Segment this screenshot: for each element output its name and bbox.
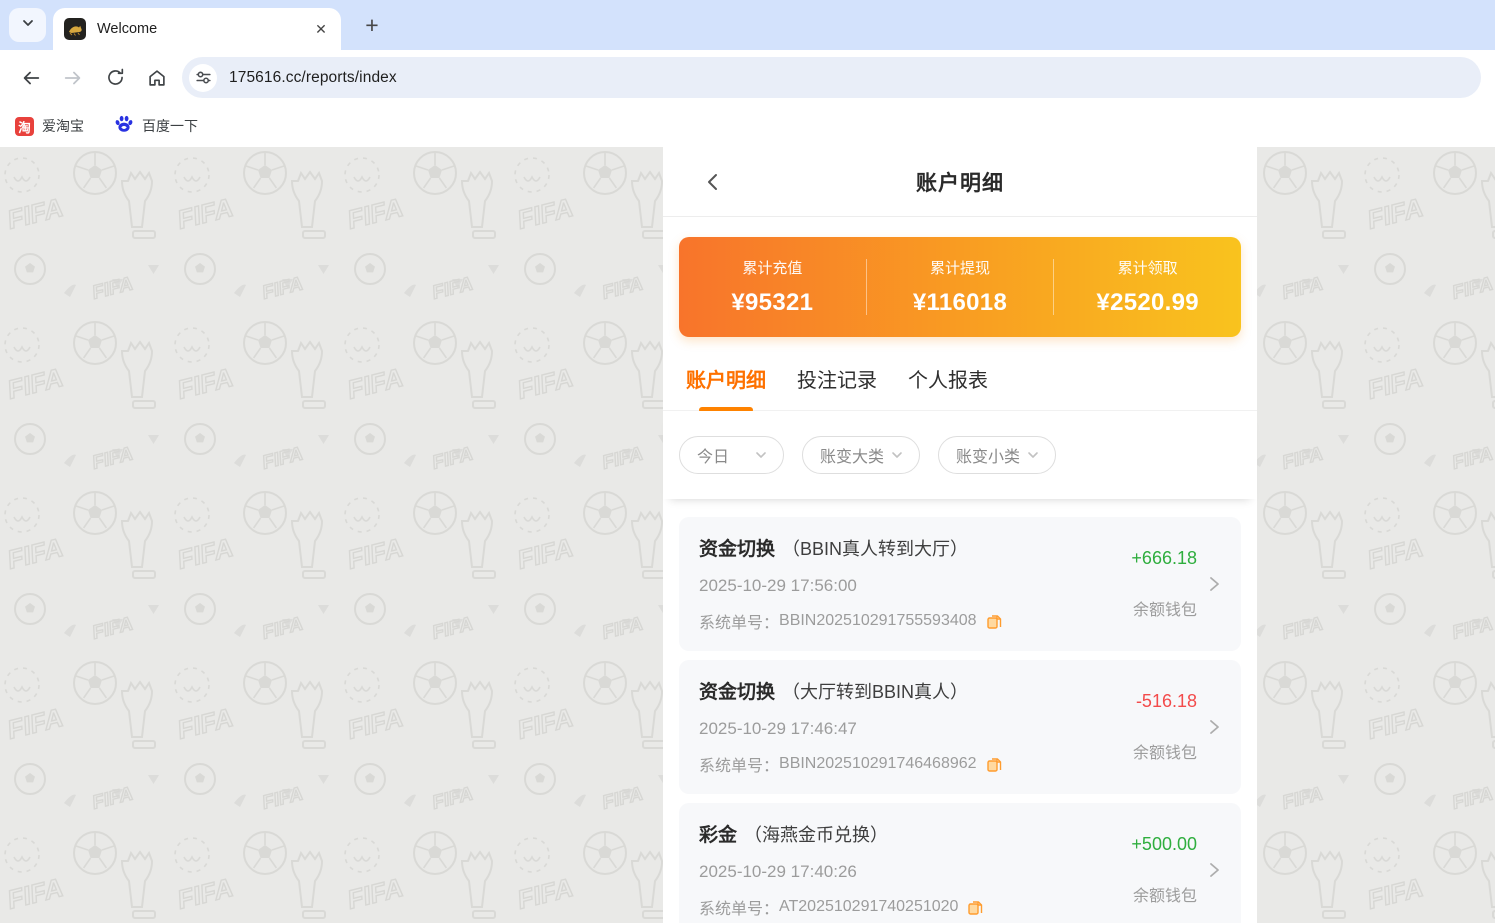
browser-toolbar: 175616.cc/reports/index [0, 50, 1495, 105]
tab-label: 个人报表 [908, 370, 988, 392]
summary-claimed: 累计领取 ¥2520.99 [1054, 237, 1241, 337]
site-favicon-icon [64, 18, 86, 40]
transaction-info: 彩金 （海燕金币兑换） 2025-10-29 17:40:26 系统单号： AT… [699, 820, 1131, 919]
transaction-amount: +500.00 [1131, 834, 1197, 855]
site-settings-icon[interactable] [189, 64, 217, 92]
tab-personal-report[interactable]: 个人报表 [908, 364, 988, 410]
bookmark-aitaobao[interactable]: 淘 爱淘宝 [15, 116, 84, 136]
tab-strip: Welcome ✕ + [0, 0, 1495, 50]
url-text[interactable]: 175616.cc/reports/index [229, 69, 397, 87]
bookmark-baidu[interactable]: 百度一下 [114, 114, 198, 139]
summary-label: 累计提现 [930, 257, 990, 278]
transaction-type: 资金切换 [699, 677, 775, 704]
transaction-row[interactable]: 资金切换 （大厅转到BBIN真人） 2025-10-29 17:46:47 系统… [679, 660, 1241, 794]
transaction-row[interactable]: 资金切换 （BBIN真人转到大厅） 2025-10-29 17:56:00 系统… [679, 517, 1241, 651]
taobao-icon: 淘 [15, 117, 34, 136]
chevron-down-icon [754, 448, 768, 462]
wallet-label: 余额钱包 [1133, 596, 1197, 620]
tab-close-icon[interactable]: ✕ [311, 19, 331, 39]
wallet-label: 余额钱包 [1133, 882, 1197, 906]
tab-search-button[interactable] [9, 8, 46, 42]
transaction-row[interactable]: 彩金 （海燕金币兑换） 2025-10-29 17:40:26 系统单号： AT… [679, 803, 1241, 923]
forward-button[interactable] [52, 57, 94, 99]
wallet-label: 余额钱包 [1133, 739, 1197, 763]
transaction-subtitle: （海燕金币兑换） [744, 821, 888, 847]
filter-bar: 今日 账变大类 账变小类 [663, 411, 1257, 499]
tab-title: Welcome [97, 21, 311, 37]
transaction-type: 彩金 [699, 820, 737, 847]
order-number: BBIN202510291755593408 [779, 612, 977, 630]
back-button[interactable] [10, 57, 52, 99]
section-tabs: 账户明细 投注记录 个人报表 [663, 364, 1257, 411]
filter-date-dropdown[interactable]: 今日 [679, 436, 784, 474]
filter-label: 账变小类 [956, 443, 1020, 467]
summary-card: 累计充值 ¥95321 累计提现 ¥116018 累计领取 ¥2520.99 [679, 237, 1241, 337]
tab-bet-records[interactable]: 投注记录 [797, 364, 877, 410]
summary-recharge: 累计充值 ¥95321 [679, 237, 866, 337]
transaction-info: 资金切换 （大厅转到BBIN真人） 2025-10-29 17:46:47 系统… [699, 677, 1133, 776]
bookmarks-bar: 淘 爱淘宝 百度一下 [0, 105, 1495, 147]
summary-value: ¥116018 [913, 289, 1007, 317]
order-label: 系统单号： [699, 895, 779, 919]
transaction-subtitle: （大厅转到BBIN真人） [782, 678, 968, 704]
home-button[interactable] [136, 57, 178, 99]
transaction-info: 资金切换 （BBIN真人转到大厅） 2025-10-29 17:56:00 系统… [699, 534, 1131, 633]
transaction-amount: +666.18 [1131, 548, 1197, 569]
transaction-amount: -516.18 [1136, 691, 1197, 712]
back-chevron-button[interactable] [693, 162, 733, 202]
panel-header: 账户明细 [663, 147, 1257, 217]
page-title: 账户明细 [916, 167, 1004, 197]
bookmark-label: 百度一下 [142, 116, 198, 136]
page-background: FIFA FIFA 账户明细 累计充值 ¥95321 [0, 147, 1495, 923]
browser-tab[interactable]: Welcome ✕ [53, 8, 341, 50]
reload-button[interactable] [94, 57, 136, 99]
copy-icon[interactable] [967, 899, 984, 916]
filter-label: 今日 [697, 443, 729, 467]
chevron-down-icon [890, 448, 904, 462]
tab-label: 账户明细 [686, 370, 766, 392]
order-label: 系统单号： [699, 609, 779, 633]
transaction-list: 资金切换 （BBIN真人转到大厅） 2025-10-29 17:56:00 系统… [663, 499, 1257, 923]
summary-value: ¥2520.99 [1096, 289, 1199, 317]
summary-withdraw: 累计提现 ¥116018 [867, 237, 1054, 337]
chevron-right-icon[interactable] [1201, 718, 1227, 736]
order-label: 系统单号： [699, 752, 779, 776]
filter-minor-category-dropdown[interactable]: 账变小类 [938, 436, 1056, 474]
copy-icon[interactable] [986, 613, 1003, 630]
summary-value: ¥95321 [731, 289, 813, 317]
copy-icon[interactable] [986, 756, 1003, 773]
chevron-right-icon[interactable] [1201, 575, 1227, 593]
transaction-subtitle: （BBIN真人转到大厅） [782, 535, 968, 561]
browser-window: Welcome ✕ + 1756 [0, 0, 1495, 923]
url-bar[interactable]: 175616.cc/reports/index [182, 57, 1481, 98]
transaction-datetime: 2025-10-29 17:56:00 [699, 576, 1131, 596]
filter-major-category-dropdown[interactable]: 账变大类 [802, 436, 920, 474]
tab-label: 投注记录 [797, 370, 877, 392]
chevron-down-icon [1026, 448, 1040, 462]
bookmark-label: 爱淘宝 [42, 116, 84, 136]
summary-label: 累计充值 [742, 257, 802, 278]
transaction-datetime: 2025-10-29 17:40:26 [699, 862, 1131, 882]
tab-account-details[interactable]: 账户明细 [686, 364, 766, 410]
account-panel: 账户明细 累计充值 ¥95321 累计提现 ¥116018 累计领取 ¥2520… [663, 147, 1257, 923]
summary-label: 累计领取 [1118, 257, 1178, 278]
baidu-paw-icon [114, 114, 134, 139]
order-number: AT202510291740251020 [779, 898, 958, 916]
filter-label: 账变大类 [820, 443, 884, 467]
transaction-type: 资金切换 [699, 534, 775, 561]
chevron-down-icon [20, 15, 36, 36]
chevron-right-icon[interactable] [1201, 861, 1227, 879]
new-tab-button[interactable]: + [357, 10, 387, 40]
transaction-datetime: 2025-10-29 17:46:47 [699, 719, 1133, 739]
order-number: BBIN202510291746468962 [779, 755, 977, 773]
